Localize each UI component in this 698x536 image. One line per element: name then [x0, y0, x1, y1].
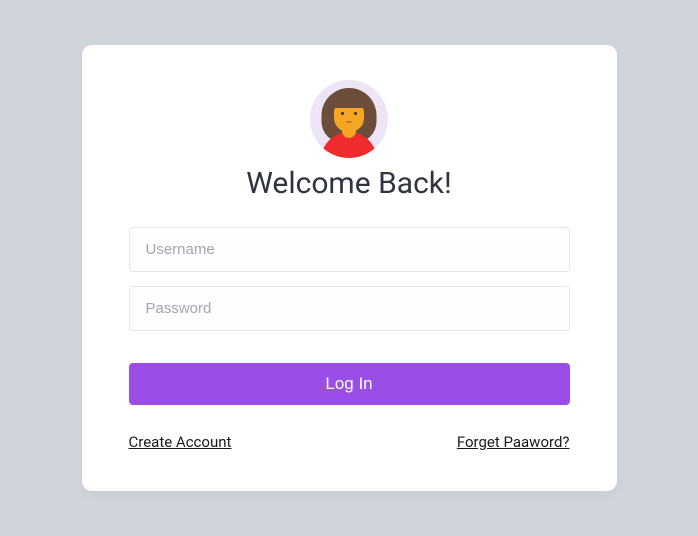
forget-password-link[interactable]: Forget Paaword? — [457, 433, 570, 451]
page-title: Welcome Back! — [129, 166, 570, 201]
avatar-container — [129, 80, 570, 158]
footer-links: Create Account Forget Paaword? — [129, 433, 570, 451]
avatar-icon — [310, 80, 388, 158]
create-account-link[interactable]: Create Account — [129, 433, 232, 451]
login-button[interactable]: Log In — [129, 363, 570, 405]
login-card: Welcome Back! Log In Create Account Forg… — [82, 45, 617, 491]
username-input[interactable] — [129, 227, 570, 272]
password-input[interactable] — [129, 286, 570, 331]
